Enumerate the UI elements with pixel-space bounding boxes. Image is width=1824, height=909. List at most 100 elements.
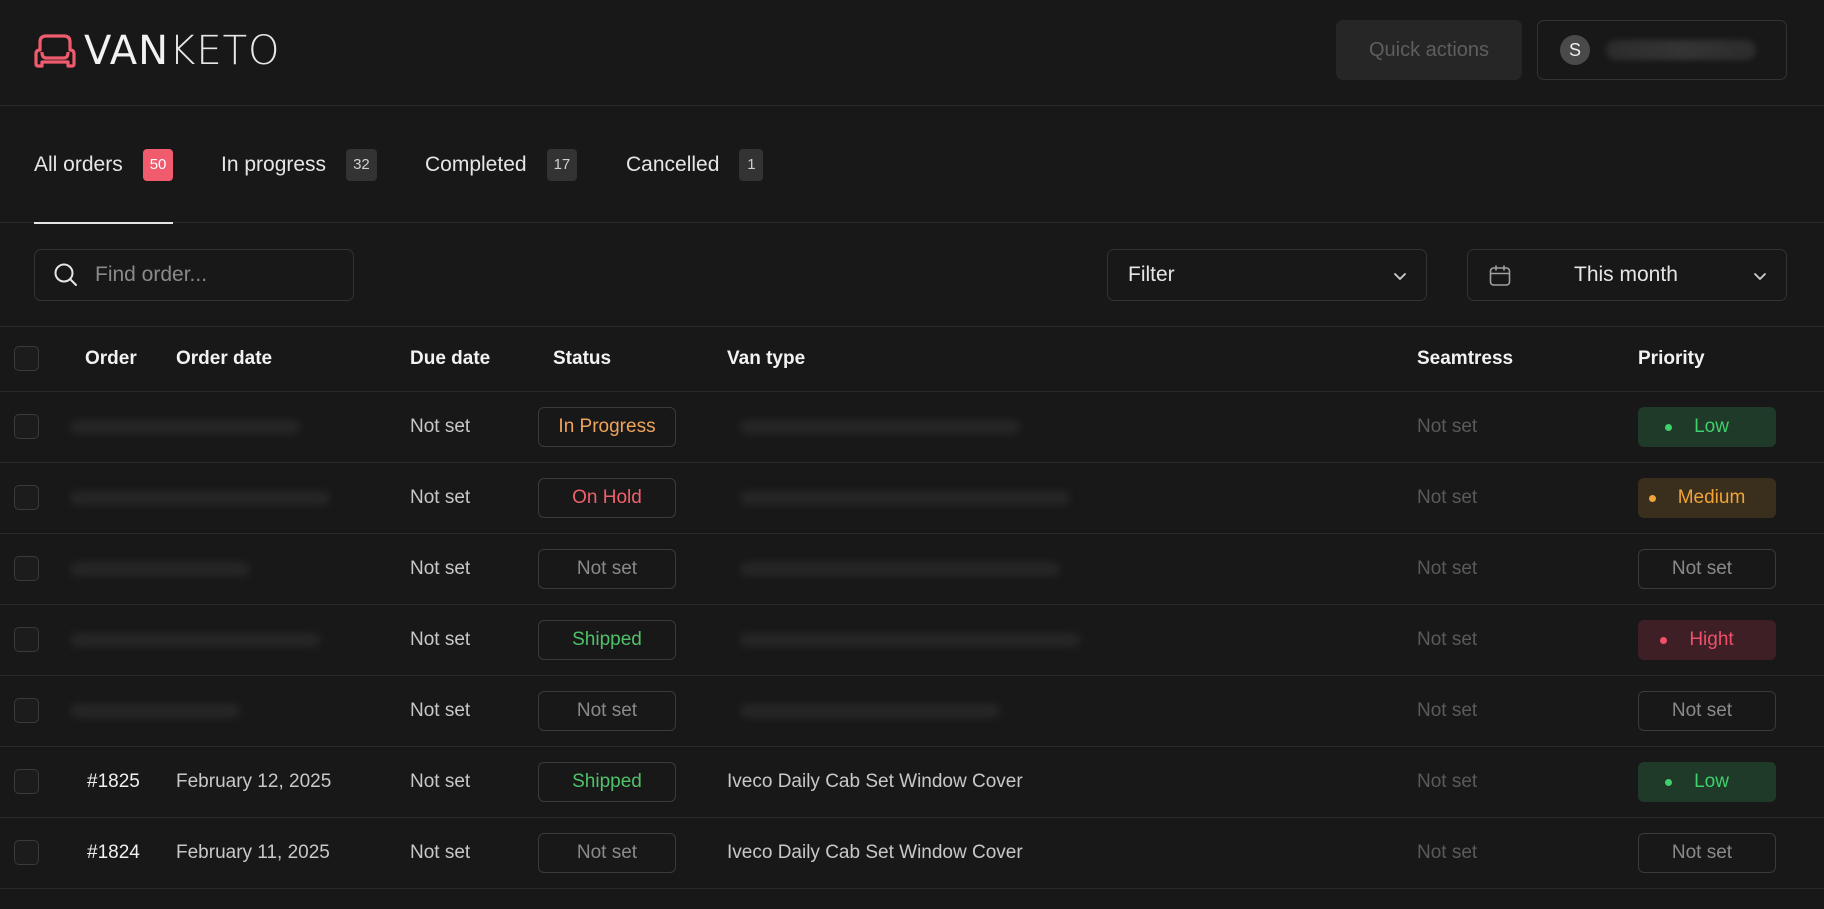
col-order-date-header[interactable]: Order date — [176, 327, 272, 391]
van-type-redacted — [740, 463, 1070, 533]
priority-badge[interactable]: Not set — [1638, 549, 1776, 589]
van-type: Iveco Daily Cab Set Window Cover — [727, 842, 1023, 863]
seamtress: Not set — [1417, 558, 1478, 579]
priority-dot-icon — [1665, 778, 1673, 786]
date-range-label: This month — [1574, 263, 1678, 286]
priority-label: Medium — [1677, 487, 1746, 508]
priority-dot-icon — [1660, 636, 1668, 644]
priority-badge[interactable]: Not set — [1638, 833, 1776, 873]
table-row[interactable]: Not set In Progress Not set Low — [0, 392, 1824, 463]
col-due-date-header[interactable]: Due date — [410, 327, 490, 391]
priority-badge[interactable]: Medium — [1638, 478, 1776, 518]
priority-label: Hight — [1689, 629, 1734, 650]
due-date: Not set — [410, 842, 471, 863]
van-type-redacted — [740, 676, 1000, 746]
row-checkbox[interactable] — [14, 627, 39, 652]
seamtress: Not set — [1417, 842, 1478, 863]
order-redacted — [70, 392, 300, 462]
filter-dropdown[interactable]: Filter — [1107, 249, 1427, 301]
col-priority-header[interactable]: Priority — [1638, 327, 1705, 391]
table-row[interactable]: #1824 February 11, 2025 Not set Not set Ivec… — [0, 818, 1824, 889]
priority-badge[interactable]: Low — [1638, 762, 1776, 802]
tab-cancelled[interactable]: Cancelled 1 — [626, 106, 764, 223]
quick-actions-button[interactable]: Quick actions — [1336, 20, 1522, 80]
priority-label: Low — [1694, 771, 1729, 792]
tab-all-orders[interactable]: All orders 50 — [34, 106, 174, 224]
due-date: Not set — [410, 558, 471, 579]
priority-dot-icon — [1648, 494, 1656, 502]
date-range-dropdown[interactable]: This month — [1467, 249, 1787, 301]
order-number[interactable]: #1825 — [87, 747, 140, 817]
order-date: February 12, 2025 — [176, 771, 332, 792]
row-checkbox[interactable] — [14, 840, 39, 865]
user-menu[interactable]: S — [1537, 20, 1787, 80]
col-van-type-header[interactable]: Van type — [727, 327, 805, 391]
col-seamtress-header[interactable]: Seamtress — [1417, 327, 1513, 391]
priority-badge[interactable]: Hight — [1638, 620, 1776, 660]
col-order-header[interactable]: Order — [85, 327, 137, 391]
select-all-checkbox[interactable] — [14, 346, 39, 371]
due-date: Not set — [410, 487, 471, 508]
brand-logo[interactable]: VANKETO — [34, 28, 281, 74]
search-icon — [54, 263, 77, 286]
table-row[interactable]: Not set Shipped Not set Hight — [0, 605, 1824, 676]
order-redacted — [70, 605, 320, 675]
table-row[interactable]: #1825 February 12, 2025 Not set Shipped Ivec… — [0, 747, 1824, 818]
row-checkbox[interactable] — [14, 556, 39, 581]
table-row[interactable]: Not set Not set Not set Not set — [0, 534, 1824, 605]
table-row[interactable]: Not set Not set Not set Not set — [0, 676, 1824, 747]
seamtress: Not set — [1417, 771, 1478, 792]
seamtress: Not set — [1417, 487, 1478, 508]
priority-badge[interactable]: Not set — [1638, 691, 1776, 731]
search-box[interactable] — [34, 249, 354, 301]
brand-name: VANKETO — [84, 28, 281, 74]
row-checkbox[interactable] — [14, 414, 39, 439]
table-header: Order Order date Due date Status Van type Sea… — [0, 327, 1824, 392]
van-type-redacted — [740, 392, 1020, 462]
row-checkbox[interactable] — [14, 485, 39, 510]
row-checkbox[interactable] — [14, 698, 39, 723]
status-badge[interactable]: Shipped — [538, 620, 676, 660]
table-row[interactable]: Not set On Hold Not set Medium — [0, 463, 1824, 534]
row-checkbox[interactable] — [14, 769, 39, 794]
order-redacted — [70, 463, 330, 533]
tab-count-badge: 1 — [739, 148, 764, 181]
order-redacted — [70, 676, 240, 746]
col-status-header[interactable]: Status — [553, 327, 611, 391]
filter-label: Filter — [1128, 263, 1175, 286]
top-bar: VANKETO Quick actions S — [0, 0, 1824, 106]
tab-count-badge: 32 — [346, 148, 377, 181]
tab-count-badge: 50 — [142, 148, 174, 181]
due-date: Not set — [410, 700, 471, 721]
van-type-redacted — [740, 534, 1060, 604]
status-badge[interactable]: Not set — [538, 833, 676, 873]
tab-completed[interactable]: Completed 17 — [425, 106, 578, 223]
toolbar: Filter This month — [0, 223, 1824, 327]
orders-table: Order Order date Due date Status Van type Sea… — [0, 327, 1824, 889]
priority-label: Not set — [1671, 558, 1733, 579]
status-badge[interactable]: Not set — [538, 549, 676, 589]
order-redacted — [70, 534, 250, 604]
status-badge[interactable]: On Hold — [538, 478, 676, 518]
chevron-down-icon — [1754, 273, 1766, 280]
van-type: Iveco Daily Cab Set Window Cover — [727, 771, 1023, 792]
search-input[interactable] — [95, 263, 315, 287]
priority-label: Not set — [1671, 700, 1733, 721]
tab-label: In progress — [221, 152, 327, 176]
seamtress: Not set — [1417, 700, 1478, 721]
order-tabs: All orders 50 In progress 32 Completed 17 Canc… — [0, 106, 1824, 224]
calendar-icon — [1489, 265, 1511, 286]
tab-in-progress[interactable]: In progress 32 — [221, 106, 377, 223]
priority-label: Low — [1694, 416, 1729, 437]
van-type-redacted — [740, 605, 1080, 675]
chevron-down-icon — [1394, 273, 1406, 280]
priority-dot-icon — [1665, 423, 1673, 431]
tab-label: All orders — [34, 152, 123, 176]
status-badge[interactable]: Shipped — [538, 762, 676, 802]
status-badge[interactable]: In Progress — [538, 407, 676, 447]
priority-label: Not set — [1671, 842, 1733, 863]
status-badge[interactable]: Not set — [538, 691, 676, 731]
tab-count-badge: 17 — [546, 148, 578, 181]
priority-badge[interactable]: Low — [1638, 407, 1776, 447]
order-number[interactable]: #1824 — [87, 818, 140, 888]
